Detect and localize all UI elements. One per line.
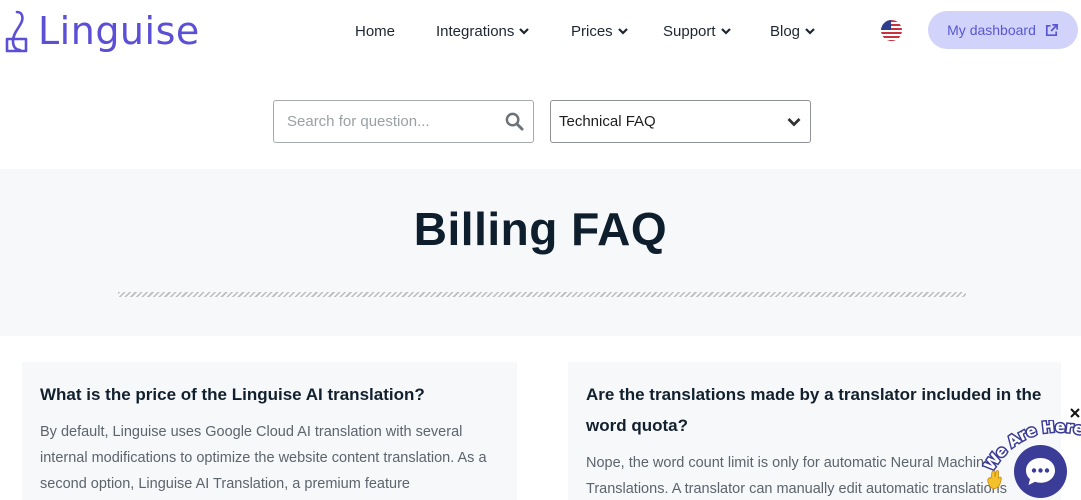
my-dashboard-label: My dashboard	[947, 22, 1036, 38]
search-icon[interactable]	[505, 112, 524, 131]
nav-item-home[interactable]: Home	[355, 19, 395, 43]
nav-item-label: Home	[355, 22, 396, 40]
nav-item-blog[interactable]: Blog	[770, 19, 815, 43]
main-nav: Home Integrations Prices Support Blog	[0, 19, 1081, 43]
external-link-icon	[1045, 23, 1058, 36]
faq-answer: Nope, the word count limit is only for a…	[586, 455, 1007, 497]
chevron-down-icon	[519, 27, 530, 35]
nav-item-support[interactable]: Support	[663, 19, 731, 43]
close-icon[interactable]	[1069, 407, 1081, 419]
site-header: Linguise Home Integrations Prices Suppor…	[0, 0, 1081, 62]
hero-band: Billing FAQ	[0, 169, 1081, 336]
nav-item-prices[interactable]: Prices	[571, 19, 628, 43]
chevron-down-icon	[617, 27, 628, 35]
hero-divider	[118, 292, 966, 297]
faq-question[interactable]: What is the price of the Linguise AI tra…	[40, 379, 510, 410]
nav-item-label: Blog	[770, 22, 801, 40]
nav-item-label: Support	[663, 22, 716, 40]
nav-item-label: Prices	[571, 22, 613, 40]
chevron-down-icon	[720, 27, 731, 35]
chat-launcher-button[interactable]	[1014, 445, 1067, 498]
faq-answer: By default, Linguise uses Google Cloud A…	[40, 424, 487, 492]
faq-category-select[interactable]: Technical FAQ	[550, 100, 811, 143]
nav-item-label: Integrations	[436, 22, 515, 40]
my-dashboard-button[interactable]: My dashboard	[928, 11, 1078, 49]
us-flag-icon[interactable]	[881, 20, 902, 41]
page-title: Billing FAQ	[413, 203, 668, 255]
waving-hand-icon	[987, 470, 1002, 489]
faq-search-input[interactable]	[287, 101, 502, 142]
faq-category-value: Technical FAQ	[559, 113, 656, 130]
nav-item-integrations[interactable]: Integrations	[436, 19, 530, 43]
faq-card[interactable]: What is the price of the Linguise AI tra…	[22, 362, 517, 500]
chat-bubble-icon	[1026, 458, 1055, 485]
chevron-down-icon	[805, 27, 815, 35]
chevron-down-icon	[787, 118, 801, 127]
faq-search-box	[273, 100, 534, 143]
